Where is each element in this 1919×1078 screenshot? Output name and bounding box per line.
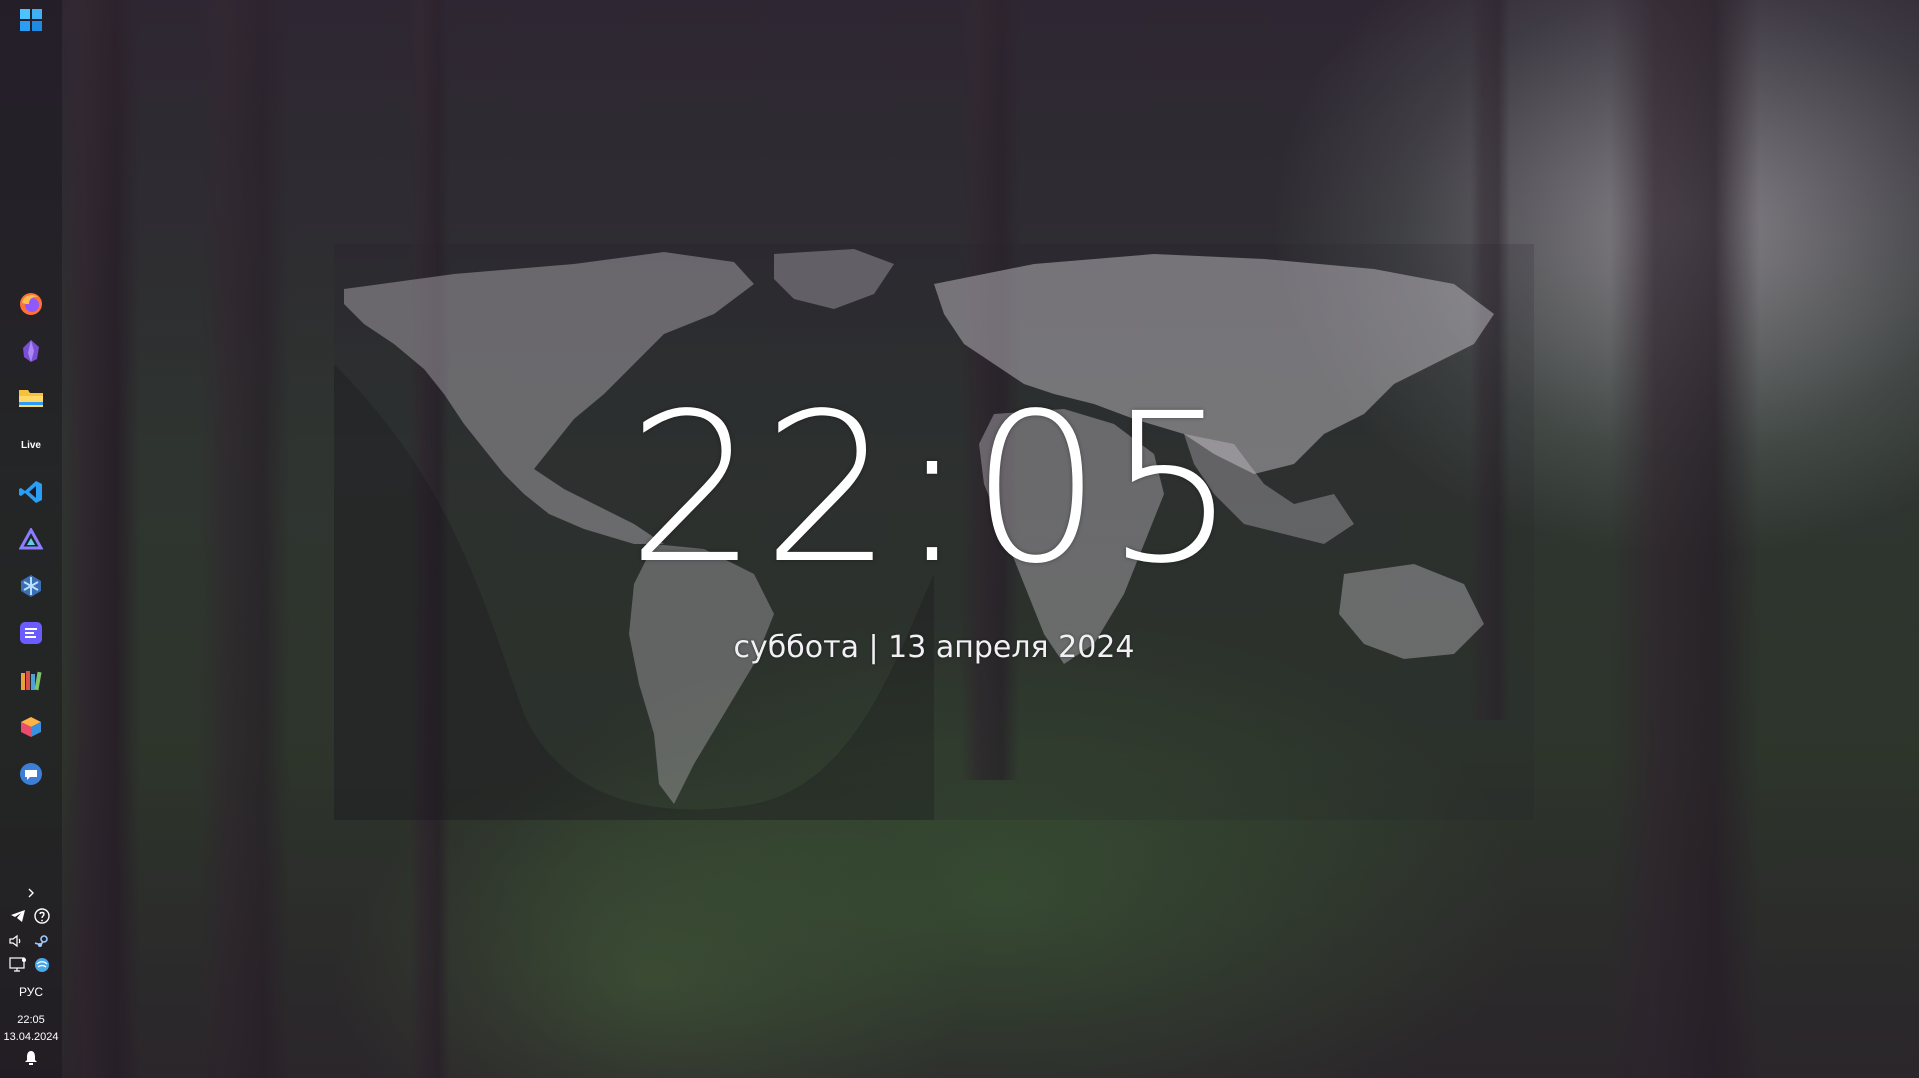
taskbar-app-hexagon[interactable] bbox=[10, 568, 52, 604]
telegram-icon bbox=[11, 910, 25, 922]
start-button[interactable] bbox=[10, 2, 52, 38]
tray-overflow-button[interactable] bbox=[21, 883, 41, 903]
taskbar: Live РУС 22:05 13.04.2024 bbox=[0, 0, 62, 1078]
tray-clock-time[interactable]: 22:05 bbox=[0, 1014, 62, 1027]
chat-bubble-icon bbox=[20, 763, 42, 785]
tray-network[interactable] bbox=[32, 955, 52, 975]
live-text-icon: Live bbox=[20, 439, 41, 451]
taskbar-app-live[interactable]: Live bbox=[10, 427, 52, 463]
help-circle-icon bbox=[34, 908, 50, 924]
taskbar-app-firefox[interactable] bbox=[10, 286, 52, 322]
vscode-icon bbox=[19, 481, 42, 503]
triangle-app-icon bbox=[19, 528, 43, 550]
firefox-icon bbox=[20, 293, 42, 315]
cube-app-icon bbox=[21, 717, 41, 737]
notification-button[interactable] bbox=[21, 1048, 41, 1068]
tray-display[interactable] bbox=[8, 955, 28, 975]
taskbar-app-file-explorer[interactable] bbox=[10, 380, 52, 416]
bell-icon bbox=[25, 1051, 37, 1065]
tray-help[interactable] bbox=[32, 906, 52, 926]
taskbar-app-triangle[interactable] bbox=[10, 521, 52, 557]
tray-volume[interactable] bbox=[6, 931, 26, 951]
network-globe-icon bbox=[35, 958, 49, 972]
obsidian-icon bbox=[23, 340, 39, 362]
steam-icon bbox=[34, 935, 48, 947]
notes-app-icon bbox=[20, 622, 42, 644]
books-icon bbox=[21, 671, 42, 691]
taskbar-app-cube[interactable] bbox=[10, 709, 52, 745]
clock-time: 22:05 bbox=[627, 369, 1241, 609]
clock-widget: 22:05 суббота | 13 апреля 2024 bbox=[334, 244, 1534, 820]
tray-clock-date[interactable]: 13.04.2024 bbox=[0, 1031, 62, 1044]
taskbar-app-notes[interactable] bbox=[10, 615, 52, 651]
windows-logo-icon bbox=[20, 9, 42, 31]
taskbar-app-library[interactable] bbox=[10, 662, 52, 698]
volume-icon bbox=[9, 934, 21, 948]
chevron-right-icon bbox=[28, 888, 34, 898]
taskbar-app-messenger[interactable] bbox=[10, 756, 52, 792]
language-indicator[interactable]: РУС bbox=[0, 985, 62, 999]
tray-telegram[interactable] bbox=[8, 906, 28, 926]
taskbar-app-vscode[interactable] bbox=[10, 474, 52, 510]
taskbar-app-obsidian[interactable] bbox=[10, 333, 52, 369]
display-icon bbox=[9, 957, 26, 972]
hexagon-app-icon bbox=[21, 575, 41, 597]
tray-steam[interactable] bbox=[32, 931, 52, 951]
clock-date: суббота | 13 апреля 2024 bbox=[733, 630, 1135, 665]
folder-icon bbox=[19, 390, 43, 407]
desktop: 22:05 суббота | 13 апреля 2024 Live РУС … bbox=[0, 0, 1919, 1078]
